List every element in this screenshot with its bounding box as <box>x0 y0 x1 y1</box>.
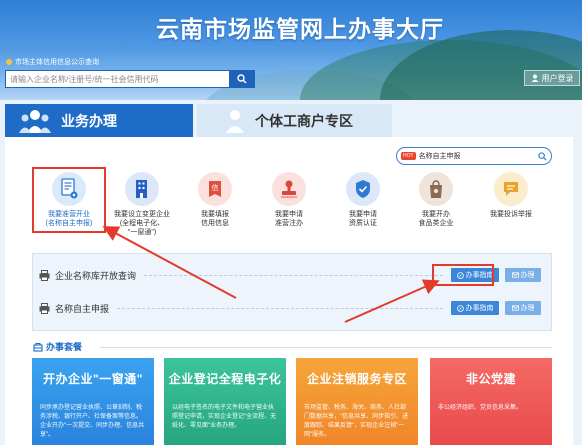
service-search[interactable]: HOT 名称自主申报 <box>396 147 552 165</box>
section-divider <box>100 347 552 348</box>
card-e-registration[interactable]: 企业登记全程电子化 以经电子签名的电子文件和电子营业执照登记申请，实现企业登记"… <box>164 358 286 445</box>
compass-icon <box>456 304 464 312</box>
card-desc: 市场监管、税务、海关、商务、人社部门数据共享，"信息共享、同步指引、进度跟踪、结… <box>304 405 409 438</box>
process-button[interactable]: 办理 <box>505 301 541 315</box>
site-title: 云南市场监管网上办事大厅 <box>156 16 444 42</box>
enterprise-search <box>5 70 255 88</box>
service-label: 我要申请 准营注办 <box>275 211 303 227</box>
process-label: 办理 <box>520 272 535 279</box>
service-label: 我要开办 食品类企业 <box>418 211 454 227</box>
user-icon <box>531 74 538 82</box>
credit-info-link-label: 市场主体信用信息公示查询 <box>15 59 99 66</box>
stamp-icon <box>272 172 306 206</box>
list-item-label: 名称自主申报 <box>55 303 110 314</box>
food-bag-icon <box>419 172 453 206</box>
credit-info-link[interactable]: 市场主体信用信息公示查询 <box>6 57 99 67</box>
package-icon <box>33 342 43 352</box>
section-title-label: 办事套餐 <box>46 342 83 352</box>
guide-button[interactable]: 办事指南 <box>451 301 499 315</box>
service-label: 我要设立变更企业 (全程电子化、 "一窗通") <box>114 211 170 236</box>
search-icon <box>237 74 247 84</box>
service-permit[interactable]: 我要申请 准营注办 <box>254 172 324 228</box>
guide-label: 办事指南 <box>465 305 494 312</box>
complaint-icon <box>494 172 528 206</box>
mail-icon <box>511 272 519 278</box>
mail-icon <box>511 305 519 311</box>
card-title: 开办企业"一窗通" <box>43 372 143 386</box>
credit-icon: 信 <box>198 172 232 206</box>
svg-text:信: 信 <box>212 183 219 192</box>
tab-individual-label: 个体工商户专区 <box>255 112 353 129</box>
card-one-window[interactable]: 开办企业"一窗通" 同步承办登记营业执照、公章刻制、税务涉税、银行开户、社保备案… <box>32 358 154 445</box>
enterprise-search-input[interactable] <box>6 71 229 87</box>
card-deregistration[interactable]: 企业注销服务专区 市场监管、税务、海关、商务、人社部门数据共享，"信息共享、同步… <box>296 358 418 445</box>
card-party-building[interactable]: 非公党建 非公经济组织、党员信息采集。 <box>430 358 552 445</box>
service-qualification[interactable]: 我要申请 资质认证 <box>328 172 398 228</box>
card-title: 非公党建 <box>465 372 516 386</box>
tab-business-label: 业务办理 <box>61 112 117 129</box>
service-search-text: 名称自主申报 <box>418 153 461 160</box>
tab-individual[interactable]: 个体工商户专区 <box>197 104 392 137</box>
section-title: 办事套餐 <box>33 340 82 353</box>
service-label: 我要投诉举报 <box>490 211 532 218</box>
process-button[interactable]: 办理 <box>505 268 541 282</box>
header-banner: 云南市场监管网上办事大厅 市场主体信用信息公示查询 用户登录 <box>0 0 582 100</box>
dotted-divider <box>117 307 443 309</box>
building-icon <box>125 172 159 206</box>
people-icon <box>19 109 51 133</box>
login-button[interactable]: 用户登录 <box>524 70 580 86</box>
service-complaint[interactable]: 我要投诉举报 <box>476 172 546 219</box>
card-desc: 同步承办登记营业执照、公章刻制、税务涉税、银行开户、社保备案等信息。企业开办"一… <box>40 405 145 438</box>
printer-icon <box>39 269 50 281</box>
hot-badge: HOT <box>401 152 416 160</box>
printer-icon <box>39 302 50 314</box>
highlight-box <box>432 264 494 286</box>
service-label: 我要填报 信用信息 <box>201 211 229 227</box>
tab-business[interactable]: 业务办理 <box>5 104 193 137</box>
shield-check-icon <box>346 172 380 206</box>
list-item: 名称自主申报 办事指南 办理 <box>33 298 553 318</box>
service-label: 我要申请 资质认证 <box>349 211 377 227</box>
service-credit-info[interactable]: 信 我要填报 信用信息 <box>180 172 250 228</box>
card-desc: 非公经济组织、党员信息采集。 <box>438 405 523 411</box>
service-food-enterprise[interactable]: 我要开办 食品类企业 <box>401 172 471 228</box>
card-title: 企业注销服务专区 <box>306 372 407 386</box>
search-icon[interactable] <box>538 151 547 161</box>
process-label: 办理 <box>520 305 535 312</box>
login-label: 用户登录 <box>541 73 574 83</box>
highlight-box <box>32 167 106 233</box>
list-item-label: 企业名称库开放查询 <box>55 270 137 281</box>
service-enterprise-register[interactable]: 我要设立变更企业 (全程电子化、 "一窗通") <box>107 172 177 237</box>
search-button[interactable] <box>229 70 255 88</box>
card-title: 企业登记全程电子化 <box>168 372 282 386</box>
dotted-divider <box>144 274 443 276</box>
location-dot-icon <box>6 59 12 65</box>
person-icon <box>226 109 244 133</box>
card-desc: 以经电子签名的电子文件和电子营业执照登记申请，实现企业登记"全流程、无纸化、零见… <box>172 405 277 429</box>
